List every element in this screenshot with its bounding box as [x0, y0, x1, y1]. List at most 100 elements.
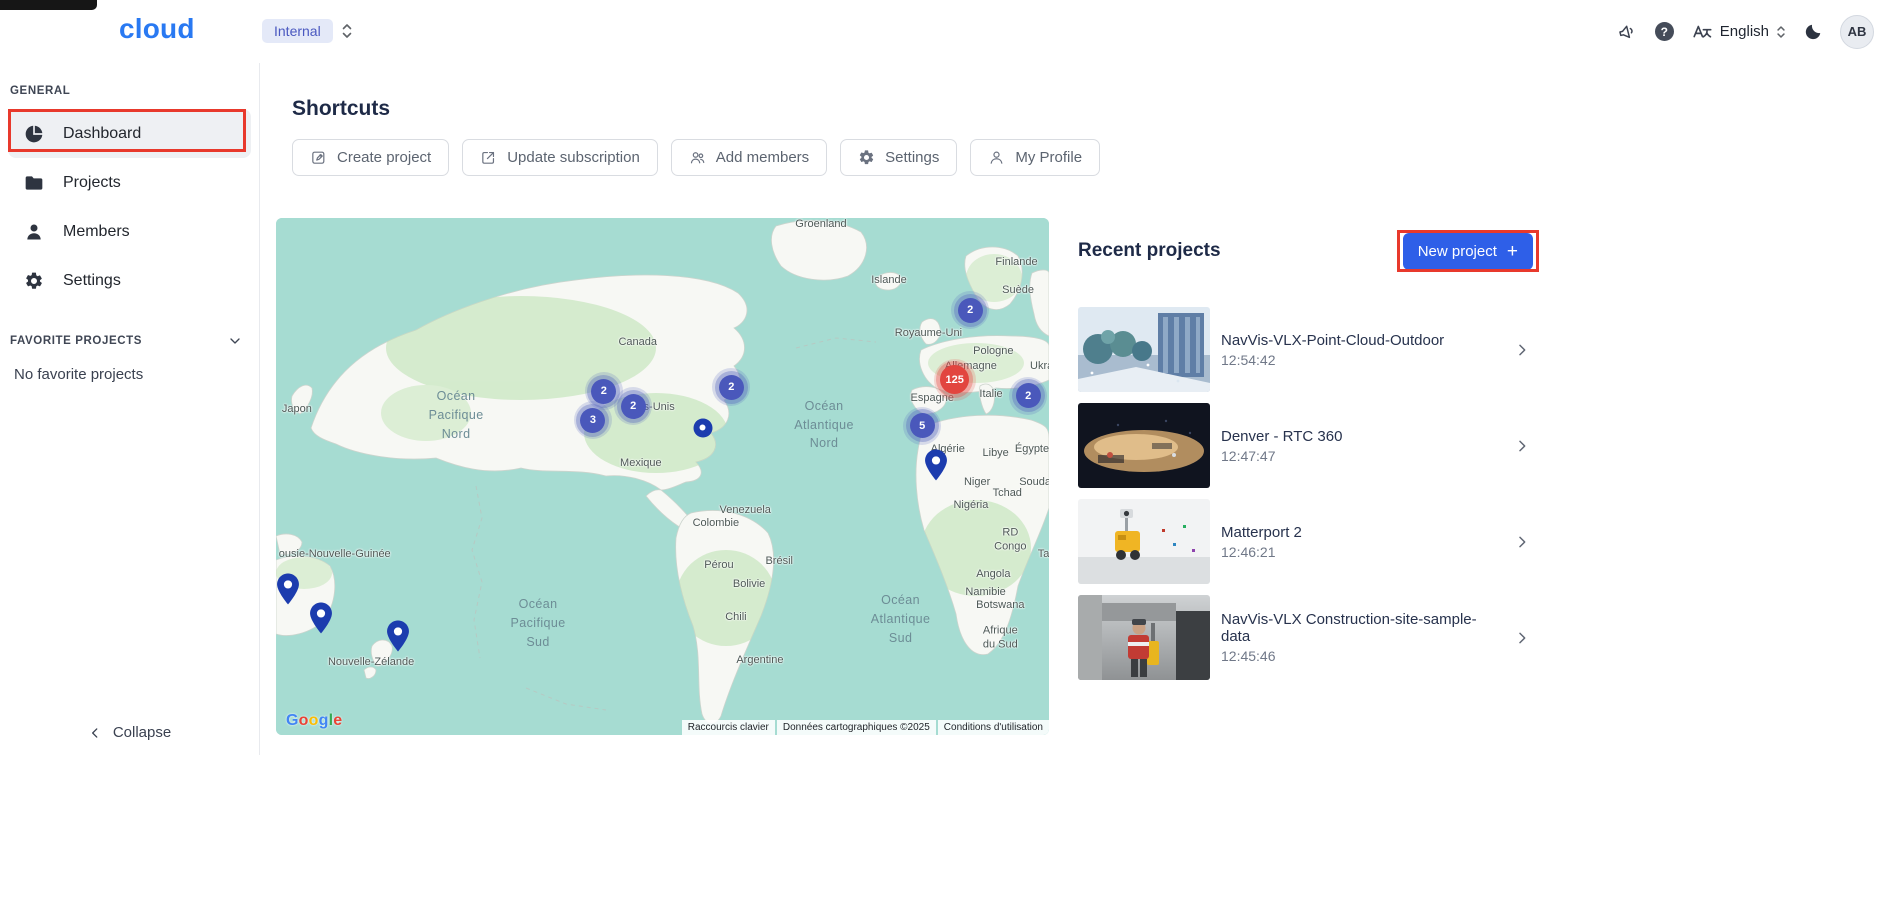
recent-projects-header: Recent projects New project +	[1078, 232, 1536, 270]
project-time: 12:45:46	[1221, 648, 1503, 664]
terms-of-use-link[interactable]: Conditions d'utilisation	[938, 720, 1049, 735]
cluster-count: 3	[580, 408, 605, 433]
chevron-right-icon	[1514, 342, 1530, 358]
project-thumbnail	[1078, 403, 1210, 488]
add-members-button[interactable]: Add members	[671, 139, 827, 176]
map-cluster-marker[interactable]: 125	[934, 359, 976, 401]
map-cluster-marker[interactable]: 2	[614, 387, 652, 425]
unfold-icon	[1776, 24, 1786, 40]
keyboard-shortcuts-link[interactable]: Raccourcis clavier	[682, 720, 775, 735]
map-pin-icon[interactable]	[310, 602, 332, 633]
project-row[interactable]: NavVis-VLX-Point-Cloud-Outdoor 12:54:42	[1078, 307, 1536, 392]
google-letter: e	[333, 712, 342, 730]
google-letter: G	[286, 712, 299, 730]
cluster-count: 2	[719, 375, 744, 400]
dark-mode-icon[interactable]	[1803, 22, 1823, 42]
project-time: 12:46:21	[1221, 544, 1302, 560]
project-info: NavVis-VLX Construction-site-sample-data…	[1221, 611, 1503, 664]
sidebar-item-label: Projects	[63, 174, 121, 192]
cluster-count: 2	[958, 298, 983, 323]
map-pin-icon[interactable]	[693, 418, 712, 437]
language-selector[interactable]: English	[1691, 21, 1786, 43]
sidebar-item-label: Members	[63, 223, 130, 241]
gear-icon	[24, 271, 44, 291]
workspace-badge[interactable]: Internal	[262, 19, 333, 43]
avatar[interactable]: AB	[1840, 15, 1874, 49]
create-project-button[interactable]: Create project	[292, 139, 449, 176]
projects-map[interactable]: Océan Pacifique Nord Océan Atlantique No…	[276, 218, 1049, 735]
dashboard-icon	[24, 124, 44, 144]
map-pin-icon[interactable]	[387, 620, 409, 651]
project-thumbnail	[1078, 307, 1210, 392]
app-window: cloud Internal ? English AB GENERAL	[0, 0, 1896, 755]
cluster-count: 125	[940, 365, 969, 394]
language-label: English	[1720, 23, 1769, 40]
map-cluster-marker[interactable]: 5	[903, 407, 941, 445]
google-letter: o	[299, 712, 309, 730]
button-label: Create project	[337, 149, 431, 166]
project-time: 12:47:47	[1221, 448, 1342, 464]
project-thumbnail	[1078, 595, 1210, 680]
announcements-icon[interactable]	[1617, 21, 1638, 42]
new-project-button[interactable]: New project +	[1403, 233, 1533, 270]
people-icon	[689, 149, 706, 166]
map-cluster-marker[interactable]: 3	[574, 401, 612, 439]
sidebar-section-general: GENERAL	[10, 85, 259, 97]
profile-icon	[988, 149, 1005, 166]
google-letter: g	[319, 712, 329, 730]
project-time: 12:54:42	[1221, 352, 1444, 368]
workspace-selector[interactable]: Internal	[262, 19, 353, 43]
chevron-right-icon	[1514, 534, 1530, 550]
header-actions: ? English AB	[1617, 0, 1874, 63]
project-info: NavVis-VLX-Point-Cloud-Outdoor 12:54:42	[1221, 332, 1444, 368]
sidebar-item-dashboard[interactable]: Dashboard	[8, 109, 251, 158]
project-name: NavVis-VLX Construction-site-sample-data	[1221, 611, 1503, 645]
project-row[interactable]: Matterport 2 12:46:21	[1078, 499, 1536, 584]
project-name: Matterport 2	[1221, 524, 1302, 541]
sidebar-item-projects[interactable]: Projects	[8, 158, 251, 207]
shortcuts-row: Create project Update subscription Add m…	[292, 139, 1100, 176]
my-profile-button[interactable]: My Profile	[970, 139, 1100, 176]
collapse-sidebar-button[interactable]: Collapse	[0, 724, 259, 741]
update-subscription-button[interactable]: Update subscription	[462, 139, 658, 176]
new-project-label: New project	[1418, 243, 1497, 260]
recent-projects-list: NavVis-VLX-Point-Cloud-Outdoor 12:54:42	[1078, 307, 1536, 680]
google-letter: o	[309, 712, 319, 730]
plus-icon: +	[1507, 242, 1518, 261]
button-label: Add members	[716, 149, 809, 166]
map-data-attribution: Données cartographiques ©2025	[777, 720, 936, 735]
sidebar-item-label: Dashboard	[63, 125, 141, 143]
chevron-left-icon	[88, 726, 102, 740]
project-name: Denver - RTC 360	[1221, 428, 1342, 445]
map-pin-icon[interactable]	[277, 574, 299, 605]
sidebar-item-settings[interactable]: Settings	[8, 256, 251, 305]
unfold-icon	[341, 22, 353, 40]
recent-projects-title: Recent projects	[1078, 240, 1221, 262]
cluster-count: 2	[621, 394, 646, 419]
map-cluster-marker[interactable]: 2	[1009, 377, 1047, 415]
sidebar-item-members[interactable]: Members	[8, 207, 251, 256]
chevron-right-icon	[1514, 438, 1530, 454]
project-row[interactable]: NavVis-VLX Construction-site-sample-data…	[1078, 595, 1536, 680]
browser-tab-fragment	[0, 0, 97, 10]
person-icon	[24, 222, 44, 242]
map-cluster-marker[interactable]: 2	[712, 368, 750, 406]
cluster-count: 2	[591, 379, 616, 404]
favorites-label: FAVORITE PROJECTS	[10, 335, 142, 347]
project-row[interactable]: Denver - RTC 360 12:47:47	[1078, 403, 1536, 488]
top-header: cloud Internal ? English AB	[0, 0, 1896, 63]
cluster-count: 2	[1016, 383, 1041, 408]
map-pin-icon[interactable]	[925, 449, 947, 480]
recent-projects-panel: Recent projects New project +	[1078, 232, 1536, 691]
map-cluster-marker[interactable]: 2	[951, 291, 989, 329]
gear-icon	[858, 149, 875, 166]
folder-icon	[24, 173, 44, 193]
favorites-empty-text: No favorite projects	[14, 366, 259, 383]
create-project-icon	[310, 149, 327, 166]
shortcut-settings-button[interactable]: Settings	[840, 139, 957, 176]
favorites-header[interactable]: FAVORITE PROJECTS	[10, 333, 243, 349]
google-logo[interactable]: Google	[286, 712, 342, 730]
help-icon[interactable]: ?	[1655, 22, 1674, 41]
chevron-right-icon	[1514, 630, 1530, 646]
sidebar: GENERAL Dashboard Projects Members Setti…	[0, 63, 260, 755]
